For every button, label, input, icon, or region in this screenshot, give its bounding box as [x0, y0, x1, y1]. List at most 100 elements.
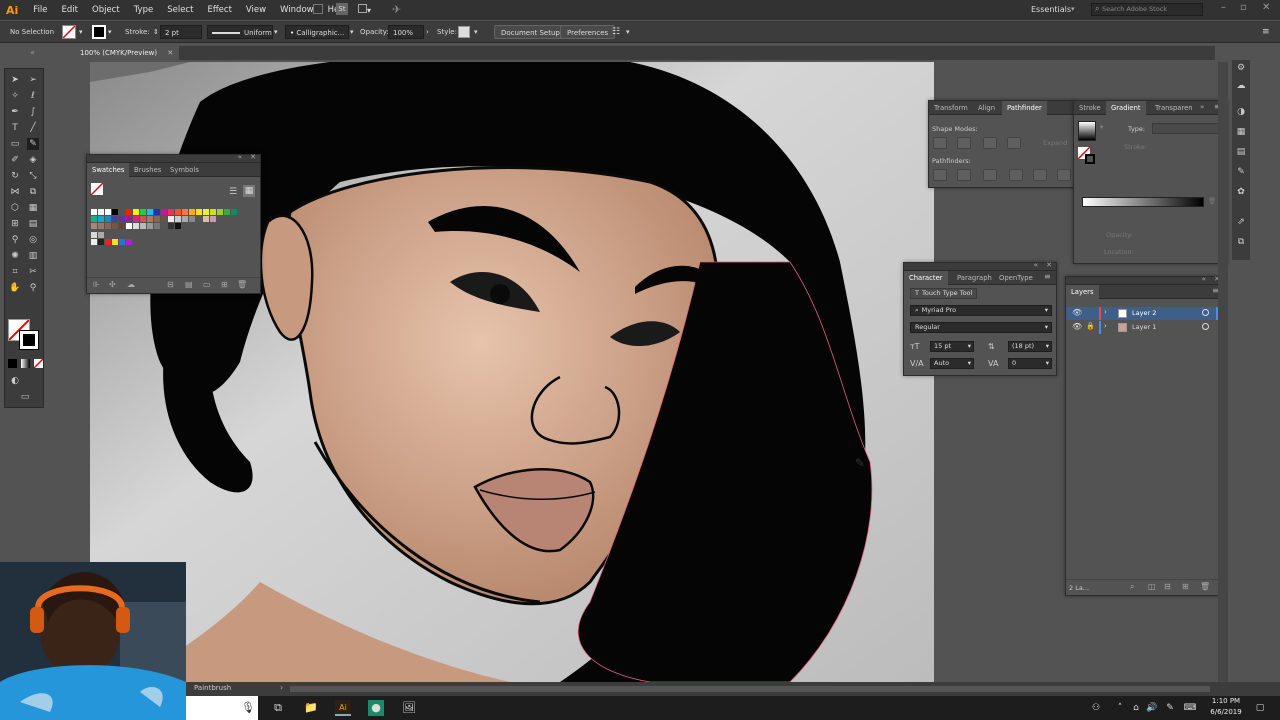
- gradient-slider[interactable]: [1082, 197, 1204, 207]
- document-setup-button[interactable]: Document Setup: [494, 25, 567, 39]
- swatch-beige[interactable]: [203, 216, 209, 222]
- stroke-color-box[interactable]: [19, 330, 39, 350]
- style-chevron-icon[interactable]: ▾: [474, 25, 478, 39]
- swatch-folder-red[interactable]: [105, 239, 111, 245]
- swatch-gray-4[interactable]: [189, 216, 195, 222]
- swatch-purple[interactable]: [119, 216, 125, 222]
- maximize-button[interactable]: ▫: [1240, 2, 1247, 13]
- fill-stroke-indicator[interactable]: [90, 182, 104, 196]
- task-view-icon[interactable]: ⧉: [270, 700, 286, 716]
- new-folder-icon[interactable]: ▭: [203, 280, 211, 289]
- layer-row[interactable]: 👁 › Layer 2: [1066, 307, 1224, 320]
- collapse-panel-icon[interactable]: «: [1202, 275, 1206, 283]
- new-swatch-icon[interactable]: ⊞: [221, 280, 228, 289]
- new-color-group-icon[interactable]: ▤: [185, 280, 193, 289]
- tab-swatches[interactable]: Swatches: [87, 163, 130, 177]
- current-tool-status[interactable]: Paintbrush: [194, 684, 231, 692]
- tab-paragraph[interactable]: Paragraph: [952, 271, 997, 285]
- tab-character[interactable]: Character: [904, 271, 948, 285]
- crop-button[interactable]: [1009, 169, 1023, 181]
- intersect-button[interactable]: [983, 137, 997, 149]
- fill-swatch[interactable]: [62, 25, 76, 39]
- tracking-field[interactable]: 0 ▾: [1008, 358, 1052, 369]
- document-tab[interactable]: 100% (CMYK/Preview) ✕: [70, 46, 180, 60]
- rectangle-tool-icon[interactable]: ▭: [9, 138, 21, 150]
- tab-align[interactable]: Align: [973, 101, 1000, 115]
- swatch-gray-5[interactable]: [196, 216, 202, 222]
- direct-selection-tool-icon[interactable]: ➢: [27, 74, 39, 86]
- collapse-panel-icon[interactable]: «: [238, 153, 242, 161]
- swatch-teal[interactable]: [91, 216, 97, 222]
- swatch-registration[interactable]: [98, 209, 104, 215]
- tab-pathfinder[interactable]: Pathfinder: [1002, 101, 1047, 115]
- profile-chevron-icon[interactable]: ▾: [274, 25, 278, 39]
- gradient-mode-icon[interactable]: [21, 359, 30, 368]
- eraser-tool-icon[interactable]: ◈: [27, 154, 39, 166]
- clock-date[interactable]: 6/6/2019: [1206, 708, 1246, 716]
- swatch-ocean[interactable]: [105, 216, 111, 222]
- stroke-chevron-icon[interactable]: ▾: [108, 25, 112, 39]
- workspace-chevron-icon[interactable]: ▾: [1071, 5, 1075, 13]
- swatch-white[interactable]: [105, 209, 111, 215]
- volume-icon[interactable]: 🔊: [1144, 700, 1160, 716]
- close-tab-icon[interactable]: ✕: [167, 49, 173, 57]
- type-tool-icon[interactable]: T: [9, 122, 21, 134]
- preferences-button[interactable]: Preferences: [560, 25, 616, 39]
- tab-layers[interactable]: Layers: [1066, 285, 1099, 299]
- layer-name[interactable]: Layer 2: [1132, 309, 1156, 317]
- swatch-black[interactable]: [112, 209, 118, 215]
- stroke-swatch[interactable]: [92, 25, 106, 39]
- swatch-green[interactable]: [140, 209, 146, 215]
- swatch-amber[interactable]: [189, 209, 195, 215]
- visibility-eye-icon[interactable]: 👁: [1072, 308, 1082, 317]
- selection-tool-icon[interactable]: ➤: [9, 74, 21, 86]
- align-chevron-icon[interactable]: ▾: [626, 25, 630, 39]
- delete-stop-icon[interactable]: 🗑: [1208, 197, 1216, 205]
- photos-icon[interactable]: 🖼: [401, 700, 417, 716]
- gradient-thumbnail[interactable]: [1078, 121, 1096, 141]
- zoom-tool-icon[interactable]: ⚲: [27, 282, 39, 294]
- curvature-tool-icon[interactable]: ∫: [27, 106, 39, 118]
- gradient-type-dropdown[interactable]: [1152, 123, 1222, 134]
- divide-button[interactable]: [933, 169, 947, 181]
- delete-layer-icon[interactable]: 🗑: [1200, 582, 1210, 591]
- color-guide-icon[interactable]: ▦: [1235, 126, 1247, 138]
- swatch-libraries-icon[interactable]: ⊪: [93, 280, 100, 289]
- perspective-grid-tool-icon[interactable]: ▦: [27, 202, 39, 214]
- swatch-folder-blue[interactable]: [119, 239, 125, 245]
- font-family-field[interactable]: ⌕ Myriad Pro ▾: [910, 305, 1052, 316]
- swatch-gray-white[interactable]: [126, 223, 132, 229]
- variable-width-profile[interactable]: Uniform: [207, 25, 273, 39]
- swatch-orange-red[interactable]: [175, 209, 181, 215]
- keyboard-icon[interactable]: ⌨: [1182, 700, 1198, 716]
- line-tool-icon[interactable]: ╱: [27, 122, 39, 134]
- gradient-chevron-icon[interactable]: ▾: [1100, 123, 1103, 131]
- gradient-stroke-indicator[interactable]: [1085, 154, 1095, 164]
- control-menu-icon[interactable]: ≡: [1262, 25, 1270, 39]
- collapse-panel-icon[interactable]: «: [1034, 261, 1038, 269]
- status-arrow-icon[interactable]: ›: [280, 683, 283, 692]
- swatch-gray-3[interactable]: [182, 216, 188, 222]
- people-icon[interactable]: ⚇: [1088, 700, 1104, 716]
- target-circle-icon[interactable]: [1202, 323, 1209, 330]
- paintbrush-tool-icon[interactable]: ✎: [27, 138, 39, 150]
- swatch-gray-8[interactable]: [147, 223, 153, 229]
- swatch-dark-brown[interactable]: [161, 216, 167, 222]
- swatch-gray-2[interactable]: [175, 216, 181, 222]
- file-explorer-icon[interactable]: 📁: [303, 700, 319, 716]
- pen-workspace-icon[interactable]: ✎: [1162, 700, 1178, 716]
- tab-opentype[interactable]: OpenType: [994, 271, 1038, 285]
- visibility-eye-icon[interactable]: 👁: [1072, 322, 1082, 331]
- swatch-folder-black[interactable]: [98, 239, 104, 245]
- tab-symbols[interactable]: Symbols: [165, 163, 204, 177]
- unite-button[interactable]: [933, 137, 947, 149]
- minus-front-button[interactable]: [957, 137, 971, 149]
- menu-object[interactable]: Object: [85, 5, 127, 15]
- swatch-skin-3[interactable]: [105, 223, 111, 229]
- graphic-style-swatch[interactable]: [458, 26, 470, 38]
- swatch-gray-7[interactable]: [140, 223, 146, 229]
- close-window-button[interactable]: ✕: [1262, 2, 1270, 13]
- stock-icon[interactable]: St: [336, 3, 348, 15]
- lasso-tool-icon[interactable]: ℓ: [27, 90, 39, 102]
- swatch-gray-11[interactable]: [168, 223, 174, 229]
